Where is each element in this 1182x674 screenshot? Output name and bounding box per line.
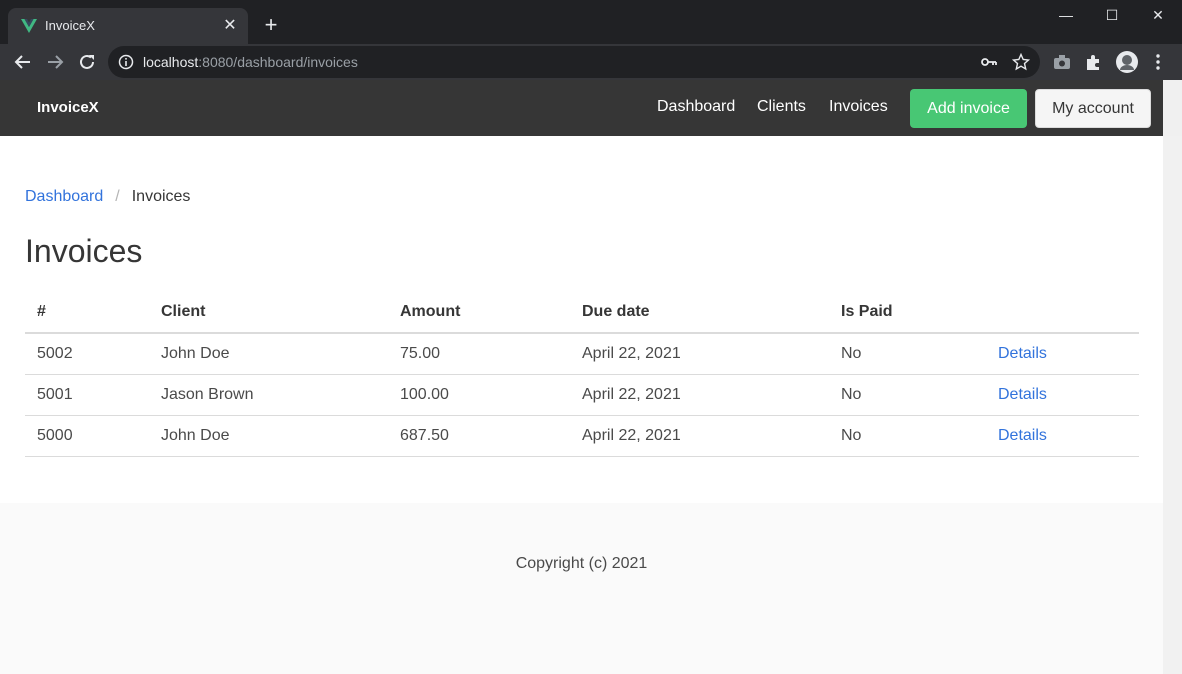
- minimize-icon[interactable]: —: [1043, 0, 1089, 32]
- vue-logo-icon: [21, 19, 37, 33]
- browser-tab[interactable]: InvoiceX ✕: [8, 8, 248, 44]
- column-header-due-date: Due date: [570, 292, 829, 334]
- table-row: 5000 John Doe 687.50 April 22, 2021 No D…: [25, 415, 1139, 457]
- invoice-due-date: April 22, 2021: [570, 374, 829, 416]
- column-header-actions: [986, 292, 1139, 334]
- add-invoice-button[interactable]: Add invoice: [910, 89, 1027, 128]
- tab-title: InvoiceX: [45, 18, 95, 33]
- address-bar[interactable]: localhost:8080/dashboard/invoices: [108, 46, 1040, 78]
- invoices-table: # Client Amount Due date Is Paid 5002 Jo…: [25, 292, 1139, 457]
- url-host: localhost: [143, 54, 199, 70]
- my-account-button[interactable]: My account: [1035, 89, 1151, 128]
- site-info-icon[interactable]: [118, 54, 134, 70]
- page-title: Invoices: [25, 233, 143, 269]
- table-header-row: # Client Amount Due date Is Paid: [25, 292, 1139, 334]
- key-icon[interactable]: [980, 53, 998, 71]
- column-header-amount: Amount: [388, 292, 570, 334]
- invoice-paid-status: No: [829, 415, 986, 457]
- invoice-client: John Doe: [149, 415, 388, 457]
- details-link[interactable]: Details: [998, 386, 1047, 403]
- profile-avatar-icon[interactable]: [1115, 50, 1139, 74]
- camera-icon[interactable]: [1052, 52, 1072, 72]
- extensions-puzzle-icon[interactable]: [1084, 52, 1104, 72]
- table-row: 5002 John Doe 75.00 April 22, 2021 No De…: [25, 333, 1139, 375]
- breadcrumb: Dashboard / Invoices: [25, 188, 190, 206]
- invoice-client: John Doe: [149, 333, 388, 375]
- details-link[interactable]: Details: [998, 345, 1047, 362]
- copyright-text: Copyright (c) 2021: [515, 555, 648, 572]
- nav-link-dashboard[interactable]: Dashboard: [657, 98, 735, 116]
- column-header-number: #: [25, 292, 149, 334]
- invoice-paid-status: No: [829, 374, 986, 416]
- column-header-is-paid: Is Paid: [829, 292, 986, 334]
- brand-logo[interactable]: InvoiceX: [37, 99, 99, 116]
- breadcrumb-current: Invoices: [131, 188, 191, 205]
- invoice-details-cell: Details: [986, 333, 1139, 375]
- invoice-number: 5001: [25, 374, 149, 416]
- nav-link-clients[interactable]: Clients: [757, 98, 806, 116]
- maximize-icon[interactable]: ☐: [1089, 0, 1135, 32]
- invoice-due-date: April 22, 2021: [570, 333, 829, 375]
- nav-link-invoices[interactable]: Invoices: [829, 98, 888, 116]
- app-navbar: InvoiceX Dashboard Clients Invoices Add …: [0, 80, 1163, 136]
- breadcrumb-separator: /: [115, 188, 120, 205]
- invoice-number: 5000: [25, 415, 149, 457]
- browser-tab-strip: InvoiceX ✕ + — ☐ ✕: [0, 0, 1182, 44]
- forward-arrow-icon[interactable]: [43, 50, 67, 74]
- breadcrumb-dashboard-link[interactable]: Dashboard: [25, 188, 103, 205]
- invoice-paid-status: No: [829, 333, 986, 375]
- invoice-client: Jason Brown: [149, 374, 388, 416]
- invoice-amount: 100.00: [388, 374, 570, 416]
- invoice-details-cell: Details: [986, 415, 1139, 457]
- url-text[interactable]: localhost:8080/dashboard/invoices: [143, 54, 358, 70]
- back-arrow-icon[interactable]: [11, 50, 35, 74]
- invoice-amount: 687.50: [388, 415, 570, 457]
- page-scrollbar[interactable]: [1163, 136, 1182, 674]
- table-row: 5001 Jason Brown 100.00 April 22, 2021 N…: [25, 374, 1139, 416]
- tab-close-icon[interactable]: ✕: [220, 16, 240, 36]
- new-tab-button[interactable]: +: [259, 14, 283, 38]
- invoice-number: 5002: [25, 333, 149, 375]
- page-viewport: InvoiceX Dashboard Clients Invoices Add …: [0, 80, 1163, 674]
- browser-toolbar: localhost:8080/dashboard/invoices: [0, 44, 1182, 80]
- reload-icon[interactable]: [75, 50, 99, 74]
- invoice-due-date: April 22, 2021: [570, 415, 829, 457]
- column-header-client: Client: [149, 292, 388, 334]
- invoice-details-cell: Details: [986, 374, 1139, 416]
- page-footer: Copyright (c) 2021: [0, 503, 1163, 674]
- invoice-amount: 75.00: [388, 333, 570, 375]
- details-link[interactable]: Details: [998, 427, 1047, 444]
- url-path: :8080/dashboard/invoices: [198, 54, 358, 70]
- bookmark-star-icon[interactable]: [1012, 53, 1030, 71]
- menu-dots-icon[interactable]: [1148, 52, 1168, 72]
- window-close-icon[interactable]: ✕: [1135, 0, 1181, 32]
